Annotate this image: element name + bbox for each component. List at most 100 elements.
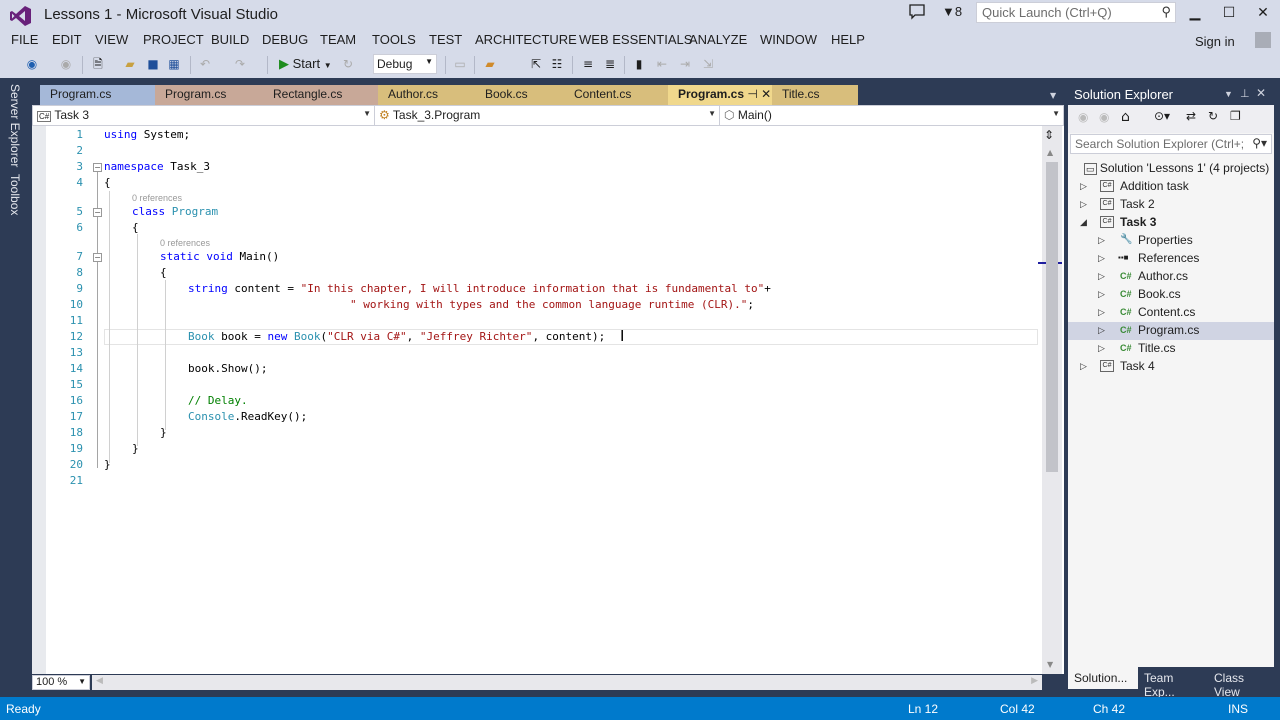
uncomment-lines-icon[interactable]: ≣ [602, 56, 618, 72]
menu-file[interactable]: FILE [11, 32, 38, 47]
menu-project[interactable]: PROJECT [143, 32, 204, 47]
navigate-back-icon[interactable]: ◉ [24, 56, 40, 72]
scroll-down-icon[interactable]: ▼ [1047, 660, 1053, 669]
scroll-left-icon[interactable]: ◀ [96, 676, 103, 686]
vertical-scroll-thumb[interactable] [1046, 162, 1058, 472]
pin-icon[interactable]: ⊥ [1240, 87, 1250, 100]
tab-title-cs[interactable]: Title.cs [772, 85, 858, 105]
tree-item[interactable]: ▷ ▪▪■ References [1068, 249, 1274, 267]
type-dropdown[interactable]: ⚙ Task_3.Program ▼ [375, 106, 720, 125]
refresh-icon[interactable]: ↻ [340, 56, 356, 72]
menu-architecture[interactable]: ARCHITECTURE [475, 32, 577, 47]
menu-build[interactable]: BUILD [211, 32, 249, 47]
collapsed-arrow-icon[interactable]: ▷ [1098, 339, 1105, 357]
tree-item[interactable]: ▷ C# Task 2 [1068, 195, 1274, 213]
close-button[interactable]: ✕ [1248, 4, 1278, 24]
tree-item[interactable]: ▷ C# Task 4 [1068, 357, 1274, 375]
toolbox-tab[interactable]: Toolbox [8, 174, 22, 215]
tab-program-cs[interactable]: Program.cs [40, 85, 155, 105]
menu-window[interactable]: WINDOW [760, 32, 817, 47]
notifications-button[interactable]: ▼8 [942, 4, 962, 19]
menu-team[interactable]: TEAM [320, 32, 356, 47]
new-project-icon[interactable]: 🗎 [90, 56, 106, 72]
codelens-references[interactable]: 0 references [132, 193, 182, 203]
quick-launch-input[interactable]: Quick Launch (Ctrl+Q) ⚲ [976, 2, 1176, 23]
find-in-files-icon[interactable]: ▭ [452, 56, 468, 72]
back-icon[interactable]: ◉ [1078, 110, 1088, 124]
comment-lines-icon[interactable]: ≡ [580, 56, 596, 72]
tab-rectangle-cs[interactable]: Rectangle.cs [263, 85, 378, 105]
solution-explorer-search[interactable]: Search Solution Explorer (Ctrl+; ⚲▾ [1070, 134, 1272, 154]
collapsed-arrow-icon[interactable]: ▷ [1080, 177, 1087, 195]
solution-node[interactable]: ▭ Solution 'Lessons 1' (4 projects) [1084, 159, 1269, 177]
pin-icon[interactable]: ⊣ [747, 87, 757, 101]
save-icon[interactable]: ■ [145, 56, 161, 72]
project-dropdown[interactable]: C# Task 3 ▼ [33, 106, 375, 125]
tab-program-cs-2[interactable]: Program.cs [155, 85, 263, 105]
navigate-forward-icon[interactable]: ◉ [58, 56, 74, 72]
menu-test[interactable]: TEST [429, 32, 462, 47]
collapsed-arrow-icon[interactable]: ▷ [1098, 231, 1105, 249]
pending-changes-filter-icon[interactable]: ⊙▾ [1154, 109, 1170, 123]
zoom-level-select[interactable]: 100 % ▼ [32, 675, 90, 690]
tree-item[interactable]: ▷ C# Author.cs [1068, 267, 1274, 285]
undo-icon[interactable]: ↶ [197, 56, 213, 72]
bookmark-icon[interactable]: ▮ [631, 56, 647, 72]
collapsed-arrow-icon[interactable]: ▷ [1098, 321, 1105, 339]
tree-item[interactable]: ▷ 🔧 Properties [1068, 231, 1274, 249]
tab-class-view[interactable]: Class View [1208, 667, 1274, 699]
collapsed-arrow-icon[interactable]: ▷ [1080, 195, 1087, 213]
user-avatar-icon[interactable] [1255, 32, 1271, 48]
tab-content-cs[interactable]: Content.cs [564, 85, 668, 105]
sync-icon[interactable]: ⇄ [1186, 109, 1196, 123]
tree-item[interactable]: ▷ C# Title.cs [1068, 339, 1274, 357]
tab-team-explorer[interactable]: Team Exp... [1138, 667, 1210, 699]
collapse-icon[interactable]: − [93, 163, 102, 172]
tree-item[interactable]: ▷ C# Program.cs [1068, 321, 1274, 339]
collapsed-arrow-icon[interactable]: ▷ [1080, 357, 1087, 375]
minimize-button[interactable]: ▁ [1180, 4, 1210, 24]
tree-item[interactable]: ▷ C# Content.cs [1068, 303, 1274, 321]
scroll-up-icon[interactable]: ▲ [1047, 148, 1053, 157]
menu-view[interactable]: VIEW [95, 32, 128, 47]
start-debugging-button[interactable]: ▶ Start ▼ [279, 56, 332, 72]
tab-program-cs-active[interactable]: Program.cs ⊣ ✕ [668, 85, 772, 105]
scroll-right-icon[interactable]: ▶ [1031, 676, 1038, 686]
expanded-arrow-icon[interactable]: ◢ [1080, 213, 1087, 231]
refresh-icon[interactable]: ↻ [1208, 109, 1218, 123]
find-icon[interactable]: ▰ [482, 56, 498, 72]
save-all-icon[interactable]: ▦ [166, 56, 182, 72]
menu-debug[interactable]: DEBUG [262, 32, 308, 47]
clear-bookmarks-icon[interactable]: ⇲ [700, 56, 716, 72]
menu-help[interactable]: HELP [831, 32, 865, 47]
tab-solution-explorer[interactable]: Solution... [1068, 667, 1138, 689]
previous-bookmark-icon[interactable]: ⇤ [654, 56, 670, 72]
class-view-icon[interactable]: ☷ [549, 56, 565, 72]
menu-edit[interactable]: EDIT [52, 32, 82, 47]
menu-tools[interactable]: TOOLS [372, 32, 416, 47]
collapsed-arrow-icon[interactable]: ▷ [1098, 267, 1105, 285]
home-icon[interactable]: ⌂ [1121, 109, 1130, 125]
tab-overflow-icon[interactable]: ▼ [1050, 91, 1056, 100]
sign-in-link[interactable]: Sign in [1195, 34, 1235, 49]
maximize-button[interactable]: ☐ [1214, 4, 1244, 24]
navigate-to-icon[interactable]: ⇱ [528, 56, 544, 72]
collapsed-arrow-icon[interactable]: ▷ [1098, 285, 1105, 303]
close-panel-icon[interactable]: ✕ [1256, 86, 1266, 100]
collapsed-arrow-icon[interactable]: ▷ [1098, 249, 1105, 267]
forward-icon[interactable]: ◉ [1099, 110, 1109, 124]
collapse-icon[interactable]: − [93, 208, 102, 217]
tree-item[interactable]: ▷ C# Book.cs [1068, 285, 1274, 303]
redo-icon[interactable]: ↷ [232, 56, 248, 72]
server-explorer-tab[interactable]: Server Explorer [8, 84, 22, 167]
menu-analyze[interactable]: ANALYZE [689, 32, 747, 47]
menu-web-essentials[interactable]: WEB ESSENTIALS [579, 32, 692, 47]
collapse-icon[interactable]: − [93, 253, 102, 262]
split-window-icon[interactable]: ⇕ [1044, 128, 1054, 142]
tab-book-cs[interactable]: Book.cs [475, 85, 564, 105]
panel-menu-icon[interactable]: ▼ [1224, 89, 1233, 99]
next-bookmark-icon[interactable]: ⇥ [677, 56, 693, 72]
codelens-references[interactable]: 0 references [160, 238, 210, 248]
horizontal-scrollbar[interactable]: ◀ ▶ [92, 675, 1042, 690]
close-tab-icon[interactable]: ✕ [761, 87, 771, 101]
